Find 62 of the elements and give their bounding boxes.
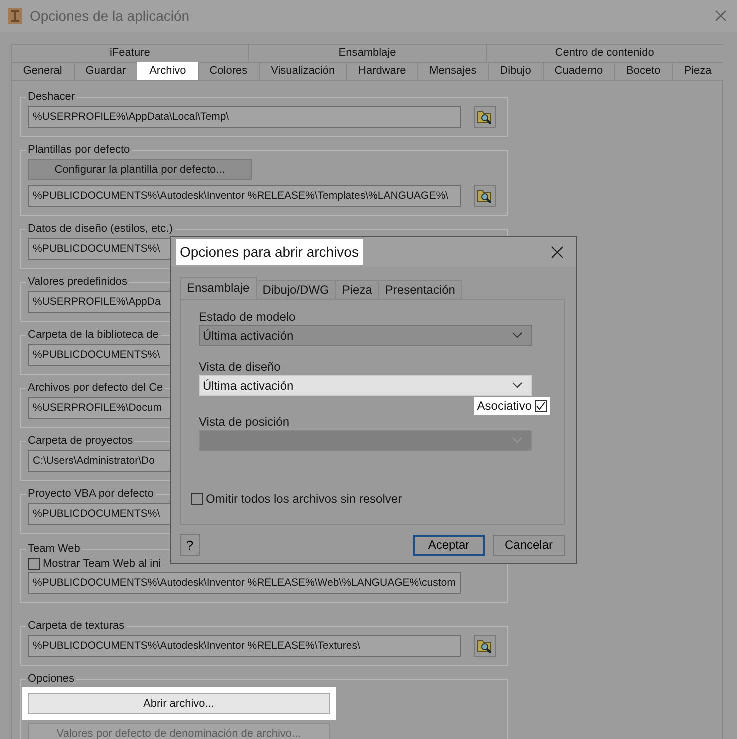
tab[interactable]: Ensamblaje	[248, 44, 486, 62]
group-label: Valores predefinidos	[27, 276, 128, 288]
field-label: Estado de modelo	[199, 309, 297, 325]
group-label: Team Web	[27, 543, 82, 555]
tab[interactable]: Mensajes	[417, 62, 488, 80]
configure-button[interactable]: Configurar la plantilla por defecto...	[28, 159, 252, 180]
checkbox-label: Omitir todos los archivos sin resolver	[206, 492, 402, 506]
browse-button[interactable]	[474, 106, 496, 128]
check-icon	[536, 400, 546, 412]
tab[interactable]: Dibujo/DWG	[256, 280, 336, 299]
chevron-icon	[512, 332, 523, 339]
tab[interactable]: Dibujo	[488, 62, 543, 80]
group-label: Opciones	[27, 673, 76, 685]
folder-search-icon	[477, 638, 493, 654]
dialog-button[interactable]: Cancelar	[493, 534, 565, 556]
group-label: Datos de diseño (estilos, etc.)	[27, 223, 174, 235]
field-label: Vista de posición	[199, 414, 291, 430]
checkbox[interactable]	[28, 558, 40, 570]
tab[interactable]: Hardware	[346, 62, 418, 80]
path-field[interactable]: %USERPROFILE%\AppData\Local\Temp\	[28, 106, 461, 128]
close-icon[interactable]	[551, 246, 564, 258]
tab[interactable]: Colores	[198, 62, 259, 80]
checkbox[interactable]	[191, 493, 203, 505]
window-title: Opciones de la aplicación	[30, 8, 190, 24]
tab[interactable]: Pieza	[335, 280, 380, 299]
chevron-icon	[512, 437, 523, 444]
chevron-icon	[512, 382, 523, 389]
group-label: Carpeta de texturas	[27, 620, 126, 632]
group-label: Carpeta de proyectos	[27, 435, 134, 447]
group-label: Proyecto VBA por defecto	[27, 488, 155, 500]
tab[interactable]: Cuaderno	[542, 62, 614, 80]
dialog-title: Opciones para abrir archivos	[176, 239, 363, 265]
tab[interactable]: Pieza	[672, 62, 723, 80]
associative-checkbox[interactable]: Asociativo	[474, 397, 550, 415]
app-icon	[8, 8, 22, 24]
group-label: Archivos por defecto del Ce	[27, 382, 164, 394]
tab[interactable]: Presentación	[378, 280, 462, 299]
help-button[interactable]: ?	[180, 534, 200, 556]
dropdown[interactable]: Última activación	[199, 375, 532, 396]
path-field[interactable]: %PUBLICDOCUMENTS%\Autodesk\Inventor %RELEASE%\Templates\%LANGUAGE%\	[28, 185, 461, 207]
tab[interactable]: Boceto	[614, 62, 672, 80]
tab[interactable]: Archivo	[137, 62, 198, 80]
folder-search-icon	[477, 109, 493, 125]
browse-button[interactable]	[474, 635, 496, 657]
dialog-button[interactable]: Aceptar	[413, 534, 485, 556]
dropdown[interactable]: Última activación	[199, 325, 532, 346]
tab[interactable]: iFeature	[11, 44, 248, 62]
tab[interactable]: Centro de contenido	[486, 44, 723, 62]
tab[interactable]: Visualización	[258, 62, 346, 80]
tab[interactable]: Ensamblaje	[180, 277, 257, 299]
path-field[interactable]: %PUBLICDOCUMENTS%\Autodesk\Inventor %RELEASE%\Web\%LANGUAGE%\custom	[28, 572, 461, 594]
field-label: Vista de diseño	[199, 359, 282, 375]
path-field[interactable]: %PUBLICDOCUMENTS%\Autodesk\Inventor %RELEASE%\Textures\	[28, 635, 461, 657]
tab[interactable]: General	[11, 62, 74, 80]
tab[interactable]: Guardar	[74, 62, 138, 80]
browse-button[interactable]	[474, 185, 496, 207]
group-label: Plantillas por defecto	[27, 144, 132, 156]
close-icon[interactable]	[715, 10, 727, 22]
group-label: Deshacer	[27, 91, 76, 103]
group-label: Carpeta de la biblioteca de	[27, 329, 160, 341]
folder-search-icon	[477, 188, 493, 204]
checkbox-label: Mostrar Team Web al ini	[43, 558, 162, 570]
